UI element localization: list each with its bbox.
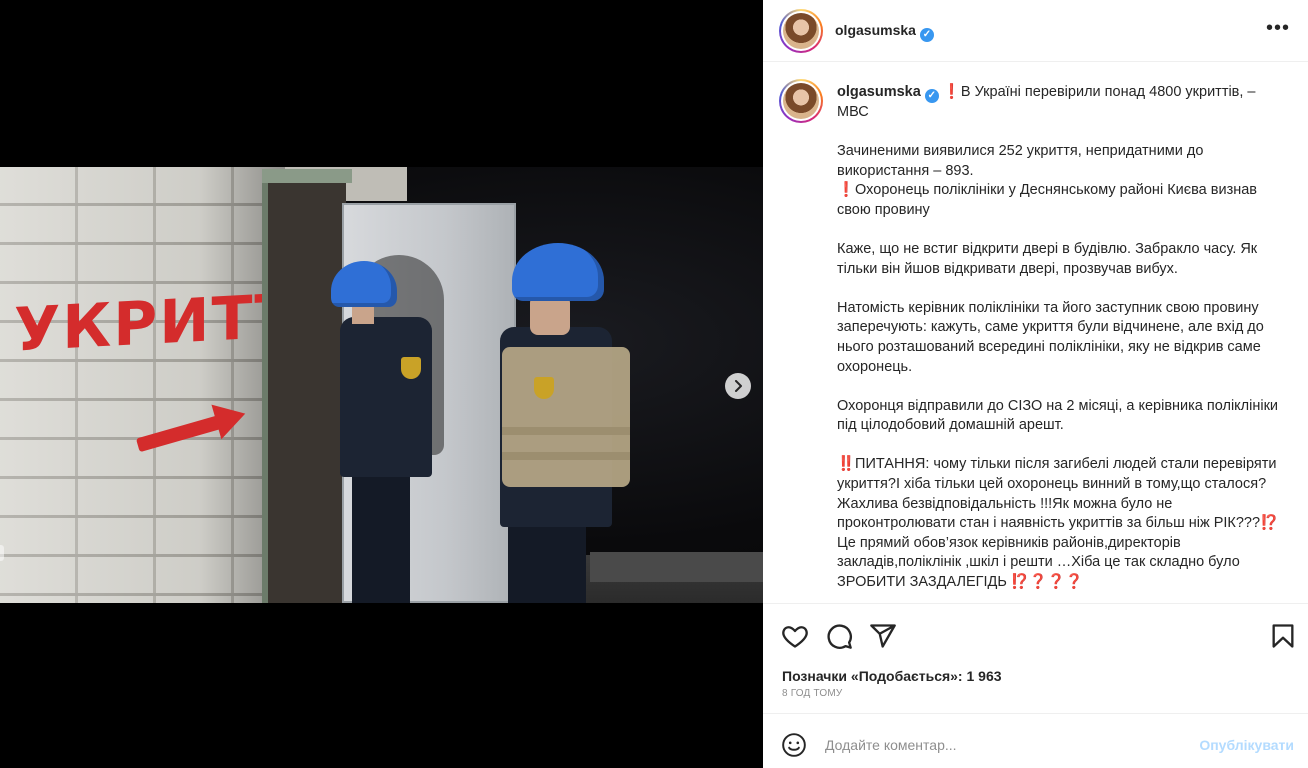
post-header: olgasumska ✓ •••: [763, 0, 1308, 62]
brick-wall: УКРИТТЯ: [0, 167, 346, 603]
caption-username[interactable]: olgasumska: [837, 84, 921, 100]
post-actions: Позначки «Подобається»: 1 963 8 ГОД ТОМУ: [763, 603, 1308, 713]
doorway: [262, 169, 352, 603]
emoji-icon[interactable]: [781, 732, 807, 758]
caption-avatar[interactable]: [779, 79, 823, 123]
more-options-icon[interactable]: •••: [1266, 18, 1290, 38]
post-timestamp[interactable]: 8 ГОД ТОМУ: [782, 688, 842, 699]
share-icon[interactable]: [869, 622, 897, 650]
caption-area: olgasumska ✓ ❗В Україні перевірили понад …: [763, 63, 1308, 603]
media-pane: УКРИТТЯ: [0, 0, 763, 768]
bookmark-icon[interactable]: [1269, 622, 1297, 650]
comment-input[interactable]: [825, 731, 1185, 759]
caption-paragraph: ❗Охоронець поліклініки у Деснянському ра…: [837, 182, 1257, 218]
header-username-link[interactable]: olgasumska ✓: [835, 22, 934, 42]
chevron-right-icon: [735, 380, 742, 392]
caption-paragraph: Каже, що не встиг відкрити двері в будів…: [837, 240, 1258, 277]
heart-icon[interactable]: [781, 622, 809, 650]
verified-badge-icon: ✓: [919, 27, 934, 42]
carousel-edge-hint: [0, 545, 4, 561]
profile-avatar[interactable]: [779, 9, 823, 53]
verified-badge-icon: ✓: [924, 88, 939, 103]
publish-button[interactable]: Опублікувати: [1199, 737, 1294, 753]
comment-bar: Опублікувати: [763, 713, 1308, 768]
next-image-button[interactable]: [725, 373, 751, 399]
post-side-panel: olgasumska ✓ ••• olgasumska ✓ ❗В Україні п…: [763, 0, 1308, 768]
comment-icon[interactable]: [825, 622, 853, 650]
caption-paragraph: Зачиненими виявилися 252 укриття, неприд…: [837, 142, 1204, 179]
caption-paragraph: Охоронця відправили до СІЗО на 2 місяці,…: [837, 397, 1279, 434]
post-photo[interactable]: УКРИТТЯ: [0, 167, 763, 603]
caption-paragraph: Натомість керівник поліклініки та його з…: [837, 299, 1264, 375]
caption-text: olgasumska ✓ ❗В Україні перевірили понад …: [837, 83, 1287, 603]
header-username[interactable]: olgasumska: [835, 22, 916, 38]
caption-paragraph: ‼️ПИТАННЯ: чому тільки після загибелі лю…: [837, 456, 1279, 591]
instagram-post-view: УКРИТТЯ olgasumska ✓ ••• olgasumska ✓ ❗В…: [0, 0, 1308, 768]
likes-count[interactable]: Позначки «Подобається»: 1 963: [782, 668, 1002, 684]
